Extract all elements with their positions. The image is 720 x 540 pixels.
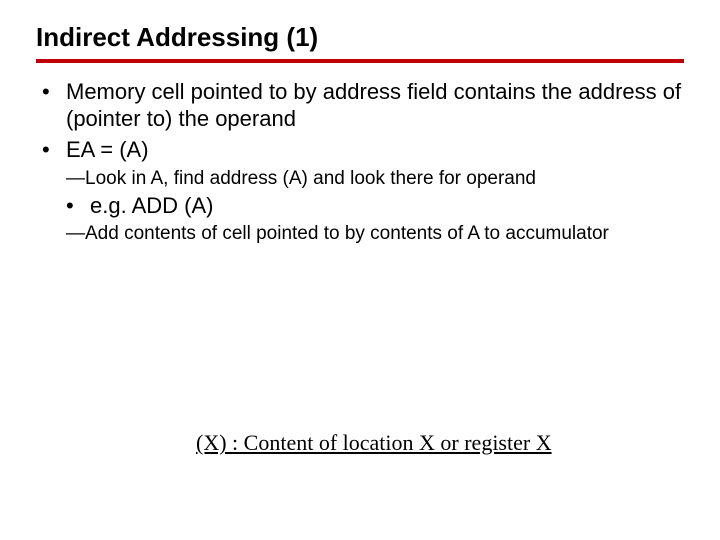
slide-title: Indirect Addressing (1)	[36, 22, 684, 63]
bullet-item-3: e.g. ADD (A)	[66, 193, 684, 220]
bullet-item-1: Memory cell pointed to by address field …	[42, 79, 684, 133]
bullet-text-2: EA = (A)	[66, 137, 149, 162]
bullet-text-3: e.g. ADD (A)	[90, 193, 213, 218]
subitem-1: Look in A, find address (A) and look the…	[66, 167, 684, 191]
slide: Indirect Addressing (1) Memory cell poin…	[0, 0, 720, 540]
subitem-2: Add contents of cell pointed to by conte…	[66, 222, 684, 246]
bullet-list: Memory cell pointed to by address field …	[36, 79, 684, 163]
subitem-2-text: Add contents of cell pointed to by conte…	[85, 223, 609, 244]
bullet-list-2: e.g. ADD (A)	[36, 193, 684, 220]
bullet-item-2: EA = (A)	[42, 137, 684, 164]
bullet-text-1: Memory cell pointed to by address field …	[66, 79, 681, 131]
sublist-2: Add contents of cell pointed to by conte…	[36, 222, 684, 246]
footnote: (X) : Content of location X or register …	[196, 430, 552, 456]
subitem-1-text: Look in A, find address (A) and look the…	[85, 168, 536, 189]
sublist-1: Look in A, find address (A) and look the…	[36, 167, 684, 191]
